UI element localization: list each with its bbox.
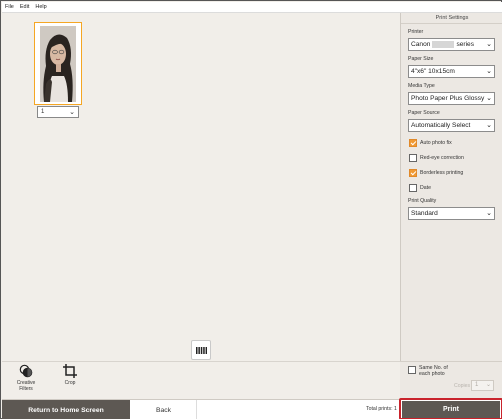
photo-thumbnail[interactable]	[34, 22, 82, 105]
total-prints: Total prints: 1	[366, 406, 397, 412]
total-prints-label: Total prints:	[366, 406, 393, 412]
chevron-down-icon: ⌄	[485, 120, 492, 131]
total-prints-value: 1	[393, 406, 397, 412]
copies-dropdown[interactable]: 1 ⌄	[37, 106, 79, 118]
creative-filters-label: Creative Filters	[16, 380, 36, 392]
paper-size-value: 4"x6" 10x15cm	[411, 68, 455, 75]
chevron-down-icon: ⌄	[485, 93, 492, 104]
printer-select-suffix: series	[456, 41, 475, 48]
menu-bar: File Edit Help	[2, 2, 502, 13]
crop-icon	[63, 364, 77, 378]
layout-icon	[195, 346, 207, 354]
copies-spinner-value: 1	[475, 382, 479, 388]
printer-label: Printer	[408, 29, 424, 35]
return-home-button[interactable]: Return to Home Screen	[2, 400, 130, 419]
print-quality-value: Standard	[411, 210, 438, 217]
menu-file[interactable]: File	[5, 4, 14, 10]
date-checkbox[interactable]	[409, 184, 417, 192]
chevron-down-icon: ⌄	[485, 66, 492, 77]
app-window: File Edit Help 1 ⌄ Creative Filters Crop…	[0, 0, 502, 419]
print-quality-label: Print Quality	[408, 198, 437, 204]
red-eye-checkbox[interactable]	[409, 154, 417, 162]
back-button[interactable]: Back	[131, 400, 197, 419]
printer-select[interactable]: Canon series ⌄	[408, 38, 495, 51]
red-eye-label: Red-eye correction	[420, 155, 464, 161]
media-type-label: Media Type	[408, 83, 435, 89]
crop-label: Crop	[64, 380, 76, 386]
crop-button[interactable]: Crop	[60, 364, 80, 386]
layout-view-button[interactable]	[191, 340, 211, 360]
auto-photo-fix-label: Auto photo fix	[420, 140, 452, 146]
paper-size-label: Paper Size	[408, 56, 434, 62]
photo-area: 1 ⌄	[2, 13, 400, 361]
copies-label: Copies	[454, 383, 471, 389]
same-no-checkbox[interactable]	[408, 366, 416, 374]
edit-tools-bar: Creative Filters Crop	[2, 361, 400, 399]
chevron-down-icon: ⌄	[69, 109, 75, 116]
date-label: Date	[420, 185, 431, 191]
footer-bar: Return to Home Screen Back Total prints:…	[2, 398, 502, 419]
media-type-value: Photo Paper Plus Glossy	[411, 95, 485, 102]
print-settings-panel: Print Settings Printer Canon series ⌄ Pap…	[400, 13, 502, 399]
paper-size-select[interactable]: 4"x6" 10x15cm ⌄	[408, 65, 495, 78]
printer-select-prefix: Canon	[411, 41, 431, 48]
redacted-model	[432, 40, 455, 48]
copies-settings: Same No. of each photo Copies 1 ⌄	[400, 361, 502, 399]
auto-photo-fix-checkbox[interactable]	[409, 139, 417, 147]
print-quality-select[interactable]: Standard ⌄	[408, 207, 495, 220]
paper-source-select[interactable]: Automatically Select ⌄	[408, 119, 495, 132]
chevron-down-icon: ⌄	[485, 208, 492, 219]
borderless-label: Borderless printing	[420, 170, 464, 176]
media-type-select[interactable]: Photo Paper Plus Glossy ⌄	[408, 92, 495, 105]
portrait-photo	[40, 26, 76, 102]
creative-filters-button[interactable]: Creative Filters	[12, 364, 40, 392]
panel-title: Print Settings	[401, 13, 502, 24]
chevron-down-icon: ⌄	[485, 382, 491, 388]
same-no-label: Same No. of each photo	[419, 365, 448, 377]
paper-source-label: Paper Source	[408, 110, 440, 116]
menu-edit[interactable]: Edit	[20, 4, 29, 10]
copies-spinner[interactable]: 1 ⌄	[471, 380, 494, 391]
menu-help[interactable]: Help	[35, 4, 46, 10]
print-button[interactable]: Print	[402, 401, 500, 418]
creative-filters-icon	[19, 364, 33, 378]
copies-dropdown-value: 1	[41, 109, 45, 115]
chevron-down-icon: ⌄	[485, 39, 492, 50]
borderless-checkbox[interactable]	[409, 169, 417, 177]
paper-source-value: Automatically Select	[411, 122, 471, 129]
